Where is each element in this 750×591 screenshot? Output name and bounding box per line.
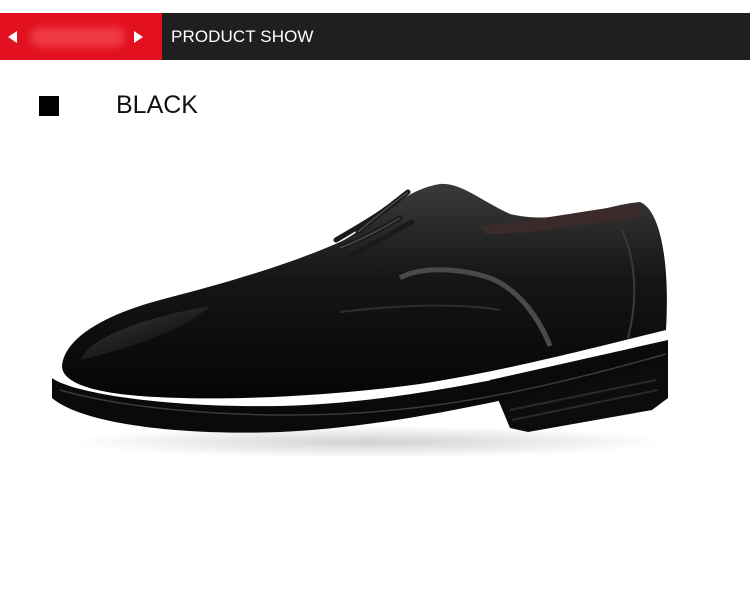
triangle-left-icon bbox=[8, 30, 17, 43]
color-name-label: BLACK bbox=[116, 91, 198, 119]
color-swatch bbox=[39, 96, 59, 116]
next-button[interactable] bbox=[127, 13, 149, 60]
triangle-right-icon bbox=[134, 30, 143, 43]
prev-button[interactable] bbox=[2, 13, 24, 60]
section-title: PRODUCT SHOW bbox=[171, 27, 314, 46]
shoe-image bbox=[52, 183, 670, 458]
header-accent-tab bbox=[0, 13, 162, 60]
blurred-logo bbox=[30, 27, 125, 47]
